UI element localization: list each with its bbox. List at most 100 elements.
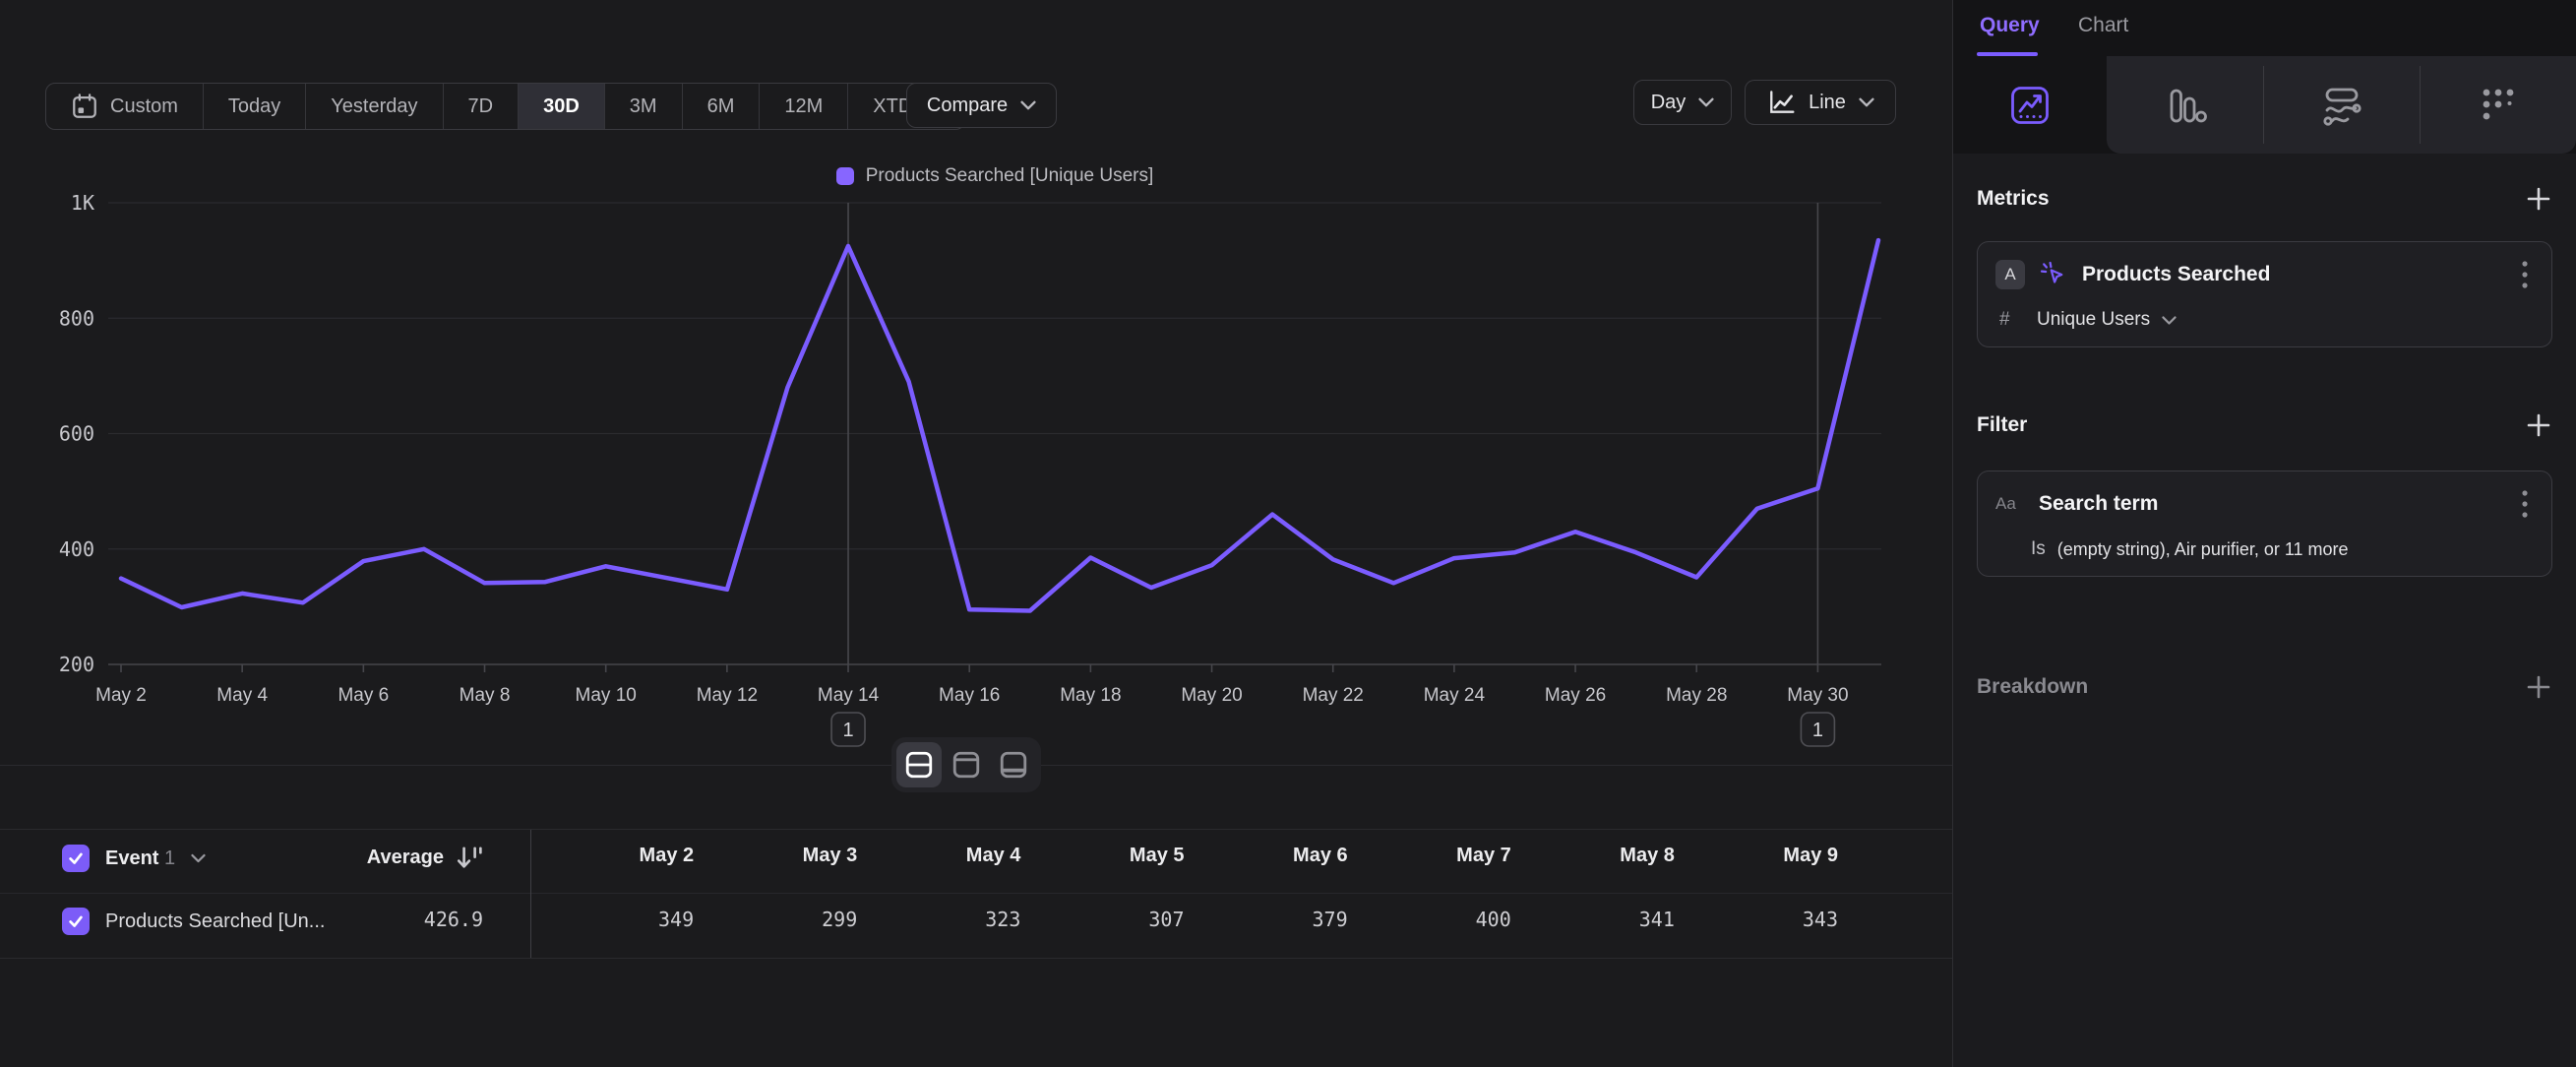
x-axis-label: May 14 — [818, 685, 880, 706]
date-column-header[interactable]: May 9 — [1675, 845, 1838, 867]
breakdown-heading: Breakdown — [1977, 675, 2088, 699]
annotation-badge[interactable]: 1 — [1801, 713, 1834, 746]
value-cell: 341 — [1511, 908, 1675, 931]
x-axis-label: May 26 — [1545, 685, 1606, 706]
x-axis-label: May 30 — [1787, 685, 1848, 706]
x-axis-label: May 20 — [1181, 685, 1242, 706]
metric-menu-button[interactable] — [2512, 259, 2538, 290]
y-axis-label: 400 — [59, 537, 94, 561]
select-all-checkbox[interactable] — [62, 845, 90, 872]
layout-split-view-button[interactable] — [896, 742, 942, 787]
chevron-down-icon[interactable] — [191, 853, 206, 863]
analytics-app: CustomTodayYesterday7D30D3M6M12MXTD Comp… — [0, 0, 2576, 1067]
x-axis-label: May 18 — [1060, 685, 1121, 706]
plus-icon — [2525, 185, 2552, 213]
x-axis-label: May 22 — [1303, 685, 1364, 706]
panel-bottom-icon — [998, 749, 1029, 781]
metrics-heading: Metrics — [1977, 187, 2050, 211]
filter-card-row: Aa Search term — [1995, 485, 2538, 523]
layout-table-only-button[interactable] — [991, 742, 1036, 787]
y-axis-label: 1K — [71, 191, 94, 215]
x-axis-label: May 6 — [337, 685, 389, 706]
add-filter-button[interactable] — [2523, 409, 2554, 441]
filter-value: (empty string), Air purifier, or 11 more — [2057, 539, 2349, 560]
y-axis-label: 600 — [59, 422, 94, 446]
table-top-border — [0, 829, 1952, 830]
filter-condition-row[interactable]: Is (empty string), Air purifier, or 11 m… — [1999, 533, 2538, 566]
panel-top-icon — [951, 749, 982, 781]
date-column-header[interactable]: May 3 — [694, 845, 857, 867]
annotation-badge[interactable]: 1 — [831, 713, 865, 746]
tab-query[interactable]: Query — [1980, 14, 2040, 37]
filter-heading: Filter — [1977, 413, 2027, 437]
date-column-header[interactable]: May 6 — [1185, 845, 1348, 867]
x-axis-label: May 2 — [95, 685, 147, 706]
aggregation-label: Unique Users — [2037, 309, 2150, 331]
series-line[interactable] — [121, 240, 1878, 610]
x-axis-label: May 16 — [939, 685, 1000, 706]
table-bottom-border — [0, 958, 1952, 959]
row-series-label[interactable]: Products Searched [Un... — [105, 910, 325, 933]
view-tab-funnel[interactable] — [2420, 56, 2576, 154]
y-axis-label: 200 — [59, 653, 94, 676]
string-type-icon: Aa — [1995, 494, 2025, 514]
layout-chart-only-button[interactable] — [944, 742, 989, 787]
value-cell: 379 — [1185, 908, 1348, 931]
check-icon — [67, 849, 85, 867]
row-average-cell: 426.9 — [295, 908, 507, 931]
plus-icon — [2525, 673, 2552, 701]
metric-name[interactable]: Products Searched — [2082, 263, 2498, 286]
filter-card[interactable]: Aa Search term Is (empty string), Air pu… — [1977, 471, 2552, 577]
metric-letter-badge: A — [1995, 260, 2025, 289]
insights-line-icon — [2008, 84, 2052, 127]
date-column-header[interactable]: May 5 — [1020, 845, 1184, 867]
chevron-down-icon — [2162, 316, 2177, 325]
filter-property-name[interactable]: Search term — [2039, 492, 2498, 516]
line-chart-svg: 200 400 600 800 1K May 2 May 4 May 6 May 8 May 10… — [0, 0, 1952, 797]
panel-tab-bar: Query Chart — [1953, 0, 2576, 56]
date-column-header[interactable]: May 8 — [1511, 845, 1675, 867]
flow-icon — [2320, 84, 2363, 127]
view-tab-bar-chart[interactable] — [2107, 56, 2263, 154]
add-metric-button[interactable] — [2523, 183, 2554, 215]
plus-icon — [2525, 411, 2552, 439]
tab-chart[interactable]: Chart — [2078, 14, 2128, 37]
row-checkbox[interactable] — [62, 908, 90, 935]
event-column-header[interactable]: Event 1 — [105, 847, 175, 870]
value-cell: 400 — [1348, 908, 1511, 931]
funnel-dots-icon — [2477, 84, 2520, 127]
view-type-tabs — [1953, 56, 2576, 154]
bar-chart-icon — [2164, 84, 2207, 127]
metric-aggregation-row[interactable]: # Unique Users — [1999, 303, 2538, 337]
date-column-header[interactable]: May 7 — [1348, 845, 1511, 867]
split-view-icon — [903, 749, 935, 781]
metric-card[interactable]: A Products Searched # Unique Users — [1977, 241, 2552, 347]
value-cell: 323 — [857, 908, 1020, 931]
x-axis-label: May 28 — [1666, 685, 1727, 706]
svg-text:1: 1 — [1812, 720, 1823, 741]
x-axis-label: May 8 — [460, 685, 511, 706]
filter-menu-button[interactable] — [2512, 488, 2538, 520]
average-column-header[interactable]: Average — [295, 845, 507, 871]
kebab-icon — [2521, 259, 2529, 290]
cursor-click-icon — [2039, 260, 2068, 289]
metric-card-row: A Products Searched — [1995, 256, 2538, 293]
filter-operator: Is — [2031, 538, 2046, 560]
report-main-area: CustomTodayYesterday7D30D3M6M12MXTD Comp… — [0, 0, 1952, 1067]
table-row: Products Searched [Un... — [62, 908, 325, 935]
y-axis-label: 800 — [59, 306, 94, 330]
line-chart[interactable]: 200 400 600 800 1K May 2 May 4 May 6 May 8 May 10… — [0, 0, 1952, 797]
x-axis-label: May 10 — [576, 685, 637, 706]
check-icon — [67, 912, 85, 930]
x-axis-label: May 24 — [1424, 685, 1486, 706]
query-panel: Query Chart — [1953, 0, 2576, 1067]
date-column-header[interactable]: May 2 — [530, 845, 694, 867]
view-tab-flow[interactable] — [2263, 56, 2420, 154]
table-date-headers: May 2May 3May 4May 5May 6May 7May 8May 9 — [530, 845, 1895, 867]
add-breakdown-button[interactable] — [2523, 671, 2554, 703]
table-header-border — [0, 893, 1952, 894]
view-tab-insights[interactable] — [1953, 56, 2107, 154]
x-axis-label: May 4 — [216, 685, 268, 706]
value-cell: 343 — [1675, 908, 1838, 931]
date-column-header[interactable]: May 4 — [857, 845, 1020, 867]
